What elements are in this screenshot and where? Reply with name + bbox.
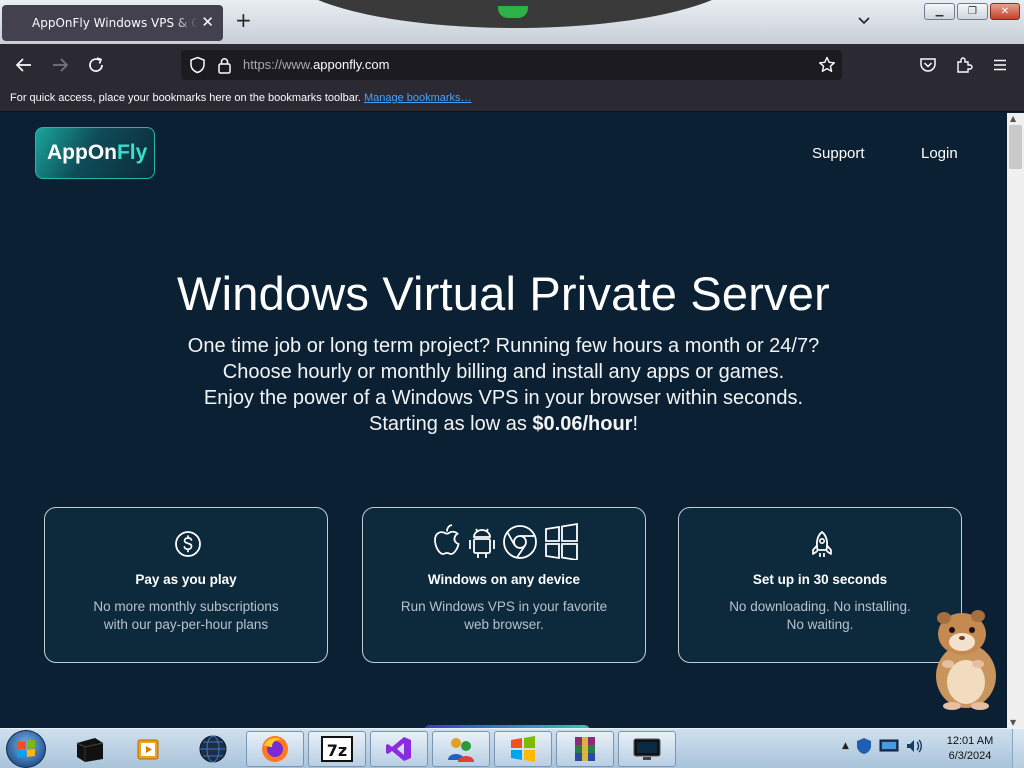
clock-time: 12:01 AM — [946, 735, 994, 747]
scroll-up-icon[interactable]: ▲ — [1010, 114, 1016, 123]
logo-text-accent: Fly — [116, 141, 148, 164]
windows-logo-icon — [545, 522, 578, 560]
card-title: Pay as you play — [135, 572, 237, 587]
taskbar-app-globe[interactable] — [184, 731, 242, 767]
hero-line: Enjoy the power of a Windows VPS in your… — [203, 387, 804, 409]
globe-app-icon — [199, 735, 227, 763]
taskbar-app-7zip[interactable]: 7z — [308, 731, 366, 767]
card-title: Windows on any device — [427, 572, 581, 587]
web-page: AppOn Fly Support Login Windows Virtual P… — [0, 113, 1007, 728]
feature-card-windows-on-any-device: Windows on any device Run Windows VPS in… — [362, 507, 646, 663]
apple-icon — [434, 524, 460, 555]
logo-text: AppOn — [47, 141, 117, 164]
media-player-icon — [137, 739, 159, 760]
chrome-icon — [503, 525, 537, 559]
volume-icon[interactable] — [905, 737, 923, 755]
apponfly-logo[interactable]: AppOn Fly — [35, 127, 155, 179]
show-desktop-button[interactable] — [1012, 729, 1024, 768]
svg-text:7z: 7z — [327, 741, 347, 760]
card-title: Set up in 30 seconds — [752, 572, 888, 587]
card-description: Run Windows VPS in your favorite web brow… — [400, 599, 608, 632]
hamster-mascot-image — [936, 610, 996, 710]
new-tab-button[interactable]: + — [235, 10, 252, 30]
system-tray: ▲ — [842, 737, 923, 755]
restore-button[interactable]: ❐ — [957, 3, 988, 20]
url-bar[interactable]: https://www.apponfly.com — [181, 50, 842, 80]
black-box-app-icon — [76, 738, 104, 762]
close-window-button[interactable]: ✕ — [990, 3, 1020, 20]
minimize-button[interactable]: ▁ — [924, 3, 955, 20]
webcam-notch-decoration — [285, 0, 745, 28]
hero-line: Choose hourly or monthly billing and ins… — [222, 361, 785, 383]
navigation-bar: https://www.apponfly.com — [0, 44, 1024, 86]
bookmarks-toolbar: For quick access, place your bookmarks h… — [0, 86, 1024, 112]
menu-icon[interactable] — [989, 54, 1011, 76]
scrollbar-thumb[interactable] — [1009, 125, 1022, 169]
firefox-icon — [262, 736, 288, 762]
taskbar-app-windows-update[interactable] — [494, 731, 552, 767]
taskbar-app-visual-studio[interactable] — [370, 731, 428, 767]
taskbar-app-remote-desktop[interactable] — [618, 731, 676, 767]
taskbar-app-terminal[interactable] — [60, 731, 118, 767]
windows-taskbar: 7z ▲ 12:01 AM 6/3/2024 — [0, 728, 1024, 768]
pocket-icon[interactable] — [917, 54, 939, 76]
taskbar-app-users[interactable] — [432, 731, 490, 767]
manage-bookmarks-link[interactable]: Manage bookmarks… — [364, 92, 472, 104]
page-scrollbar[interactable]: ▲ ▼ — [1007, 113, 1024, 728]
url-text: https://www.apponfly.com — [243, 57, 390, 72]
hero-description: One time job or long term project? Runni… — [0, 333, 1007, 437]
feature-card-pay-as-you-play: Pay as you play No more monthly subscrip… — [44, 507, 328, 663]
network-icon[interactable] — [879, 738, 899, 754]
forward-arrow-icon[interactable] — [49, 54, 71, 76]
extensions-icon[interactable] — [953, 54, 975, 76]
lock-icon[interactable] — [217, 57, 232, 74]
windows-logo-icon — [511, 736, 535, 762]
support-link[interactable]: Support — [812, 145, 865, 162]
bookmarks-hint: For quick access, place your bookmarks h… — [10, 92, 361, 104]
tab-title: AppOnFly Windows VPS & Clo — [32, 16, 198, 30]
platforms-icon — [434, 522, 578, 560]
users-icon — [448, 738, 474, 762]
winrar-icon — [575, 737, 595, 761]
taskbar-clock[interactable]: 12:01 AM 6/3/2024 — [940, 734, 1000, 764]
dollar-icon — [175, 531, 201, 557]
7zip-icon: 7z — [321, 736, 353, 762]
feature-card-set-up-in-30-seconds: Set up in 30 seconds No downloading. No … — [678, 507, 962, 663]
hero-title: Windows Virtual Private Server — [177, 267, 830, 320]
login-link[interactable]: Login — [921, 145, 958, 162]
tray-expand-icon[interactable]: ▲ — [842, 741, 849, 751]
monitor-app-icon — [633, 738, 661, 760]
card-description: No more monthly subscriptions with our pa… — [93, 599, 279, 632]
taskbar-app-media-player[interactable] — [120, 731, 178, 767]
windows-flag-icon — [17, 740, 35, 758]
android-icon — [469, 528, 495, 558]
browser-tab-bar: AppOnFly Windows VPS & Clo ✕ + ▁ ❐ ✕ — [0, 0, 1024, 44]
tab-apponfly[interactable]: AppOnFly Windows VPS & Clo ✕ — [2, 5, 223, 41]
taskbar-app-firefox[interactable] — [246, 731, 304, 767]
tab-close-icon[interactable]: ✕ — [201, 13, 214, 31]
start-button[interactable] — [6, 730, 46, 768]
card-description: No downloading. No installing. No waiting… — [729, 599, 911, 632]
hero-price: $0.06/hour — [532, 413, 633, 435]
chevron-down-icon[interactable] — [856, 12, 872, 28]
taskbar-app-winrar[interactable] — [556, 731, 614, 767]
scroll-down-icon[interactable]: ▼ — [1010, 718, 1016, 727]
back-arrow-icon[interactable] — [13, 54, 35, 76]
hero-price-line: Starting as low as $0.06/hour! — [368, 413, 639, 435]
shield-icon[interactable] — [189, 56, 206, 74]
clock-date: 6/3/2024 — [948, 750, 992, 762]
window-controls: ▁ ❐ ✕ — [924, 3, 1020, 20]
reload-icon[interactable] — [85, 54, 107, 76]
star-icon[interactable] — [818, 56, 836, 74]
hero-line: One time job or long term project? Runni… — [187, 335, 820, 357]
rocket-icon — [812, 531, 832, 557]
security-shield-icon[interactable] — [855, 737, 873, 755]
visual-studio-icon — [386, 737, 411, 761]
